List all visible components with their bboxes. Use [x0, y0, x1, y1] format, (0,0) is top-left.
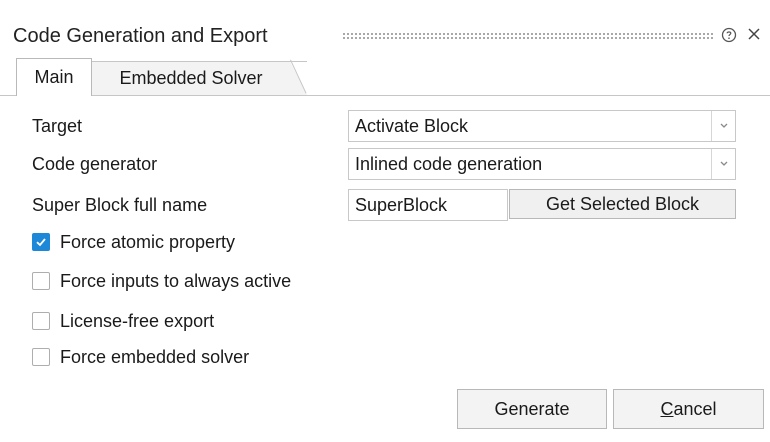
target-label: Target	[32, 116, 83, 136]
superblock-name-label: Super Block full name	[32, 195, 208, 215]
code-generator-label: Code generator	[32, 154, 158, 174]
target-value: Activate Block	[355, 116, 469, 136]
close-icon[interactable]	[745, 25, 763, 43]
code-generator-value: Inlined code generation	[355, 154, 543, 174]
force-atomic-property-checkbox[interactable]	[32, 233, 50, 251]
tab-strip-divider	[0, 95, 16, 96]
license-free-export-option[interactable]: License-free export	[32, 310, 214, 332]
cancel-label-rest: ancel	[673, 398, 717, 419]
cancel-button[interactable]: Cancel	[613, 389, 764, 429]
code-generation-dialog: Code Generation and Export Main Embedded…	[0, 0, 770, 442]
tab-strip-divider	[91, 95, 770, 96]
target-select[interactable]: Activate Block	[348, 110, 736, 142]
dialog-title: Code Generation and Export	[13, 25, 268, 47]
help-circle-icon[interactable]	[721, 27, 737, 43]
force-inputs-active-label: Force inputs to always active	[60, 270, 292, 291]
superblock-name-input[interactable]	[348, 189, 508, 221]
cancel-mnemonic: C	[660, 398, 674, 419]
drag-handle[interactable]	[342, 32, 714, 40]
force-embedded-solver-option[interactable]: Force embedded solver	[32, 346, 249, 368]
license-free-export-checkbox[interactable]	[32, 312, 50, 330]
force-inputs-active-checkbox[interactable]	[32, 272, 50, 290]
chevron-down-icon[interactable]	[711, 111, 735, 141]
force-inputs-active-option[interactable]: Force inputs to always active	[32, 270, 291, 292]
force-embedded-solver-label: Force embedded solver	[60, 346, 250, 367]
tab-embedded-solver-label: Embedded Solver	[119, 67, 263, 88]
force-atomic-property-label: Force atomic property	[60, 231, 236, 252]
tab-main[interactable]: Main	[16, 58, 92, 96]
force-embedded-solver-checkbox[interactable]	[32, 348, 50, 366]
license-free-export-label: License-free export	[60, 310, 215, 331]
code-generator-select[interactable]: Inlined code generation	[348, 148, 736, 180]
checkmark-icon	[36, 238, 46, 247]
force-atomic-property-option[interactable]: Force atomic property	[32, 231, 235, 253]
generate-button[interactable]: Generate	[457, 389, 607, 429]
get-selected-block-button[interactable]: Get Selected Block	[509, 189, 736, 219]
tab-embedded-solver[interactable]: Embedded Solver	[91, 61, 307, 95]
chevron-down-icon[interactable]	[711, 149, 735, 179]
